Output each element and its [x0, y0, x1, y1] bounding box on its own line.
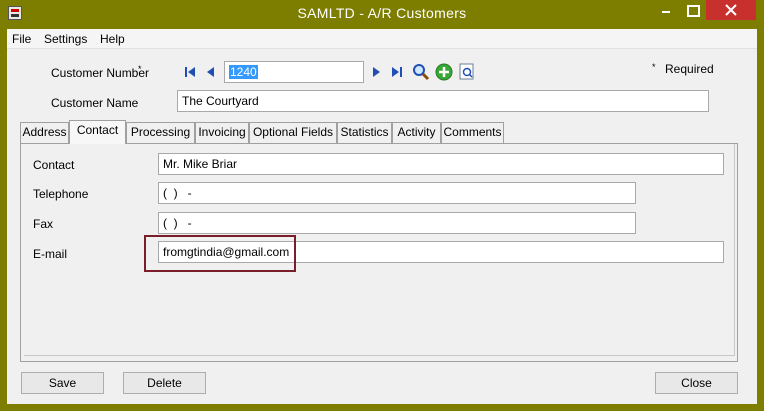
close-button[interactable]: Close — [655, 372, 738, 394]
tab-invoicing[interactable]: Invoicing — [195, 122, 249, 143]
first-record-icon[interactable] — [182, 64, 198, 80]
app-window: SAMLTD - A/R Customers File Settings Hel… — [0, 0, 764, 411]
email-label: E-mail — [33, 247, 68, 261]
menu-settings[interactable]: Settings — [44, 32, 87, 46]
title-bar[interactable]: SAMLTD - A/R Customers — [0, 0, 764, 28]
required-legend: Required — [665, 62, 714, 76]
telephone-input[interactable]: ( ) - — [158, 182, 636, 204]
customer-number-label: Customer Number — [51, 66, 150, 80]
tab-comments[interactable]: Comments — [441, 122, 504, 143]
fax-label: Fax — [33, 217, 54, 231]
customer-number-value: 1240 — [229, 65, 258, 79]
delete-button[interactable]: Delete — [123, 372, 206, 394]
client-area: File Settings Help Customer Number * 124… — [7, 29, 757, 404]
menu-help[interactable]: Help — [100, 32, 125, 46]
customer-name-label: Customer Name — [51, 96, 139, 110]
contact-label: Contact — [33, 158, 75, 172]
required-legend-asterisk: * — [652, 62, 656, 72]
customer-name-input[interactable]: The Courtyard — [177, 90, 709, 112]
telephone-label: Telephone — [33, 187, 89, 201]
tab-activity[interactable]: Activity — [392, 122, 441, 143]
save-button[interactable]: Save — [21, 372, 104, 394]
fax-input[interactable]: ( ) - — [158, 212, 636, 234]
close-icon — [725, 4, 737, 16]
zoom-icon[interactable] — [458, 63, 474, 80]
close-window-button[interactable] — [706, 0, 756, 20]
previous-record-icon[interactable] — [203, 64, 219, 80]
window-title: SAMLTD - A/R Customers — [297, 5, 467, 21]
menu-bar: File Settings Help — [7, 29, 757, 49]
tab-optional-fields[interactable]: Optional Fields — [249, 122, 337, 143]
required-asterisk: * — [138, 64, 142, 74]
email-highlight-box — [144, 235, 296, 272]
maximize-button[interactable] — [680, 0, 704, 20]
last-record-icon[interactable] — [389, 64, 405, 80]
tab-address[interactable]: Address — [20, 122, 69, 143]
minimize-button[interactable] — [654, 0, 678, 20]
tab-processing[interactable]: Processing — [126, 122, 195, 143]
tab-contact[interactable]: Contact — [69, 120, 126, 144]
menu-file[interactable]: File — [12, 32, 31, 46]
next-record-icon[interactable] — [368, 64, 384, 80]
contact-input[interactable]: Mr. Mike Briar — [158, 153, 724, 175]
add-new-icon[interactable] — [435, 63, 453, 81]
magnifier-icon[interactable] — [412, 63, 430, 81]
tab-statistics[interactable]: Statistics — [337, 122, 392, 143]
customer-number-input[interactable]: 1240 — [224, 61, 364, 83]
